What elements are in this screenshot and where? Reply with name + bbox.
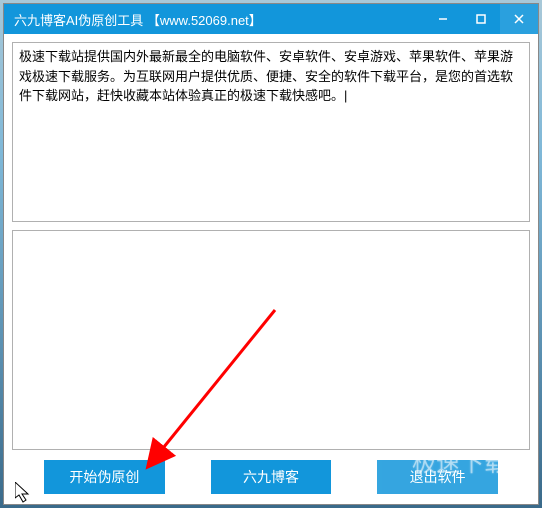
minimize-button[interactable] xyxy=(424,4,462,34)
window-controls xyxy=(424,4,538,34)
content-area: 开始伪原创 六九博客 退出软件 xyxy=(4,34,538,504)
input-textarea[interactable] xyxy=(12,42,530,222)
app-window: 六九博客AI伪原创工具 【www.52069.net】 xyxy=(3,3,539,505)
output-textarea[interactable] xyxy=(12,230,530,450)
exit-button[interactable]: 退出软件 xyxy=(377,460,498,494)
button-row: 开始伪原创 六九博客 退出软件 xyxy=(12,458,530,496)
close-button[interactable] xyxy=(500,4,538,34)
window-title: 六九博客AI伪原创工具 【www.52069.net】 xyxy=(14,10,424,29)
start-button[interactable]: 开始伪原创 xyxy=(44,460,165,494)
maximize-icon xyxy=(475,13,487,25)
close-icon xyxy=(513,13,525,25)
maximize-button[interactable] xyxy=(462,4,500,34)
titlebar: 六九博客AI伪原创工具 【www.52069.net】 xyxy=(4,4,538,34)
blog-button[interactable]: 六九博客 xyxy=(211,460,332,494)
minimize-icon xyxy=(437,13,449,25)
